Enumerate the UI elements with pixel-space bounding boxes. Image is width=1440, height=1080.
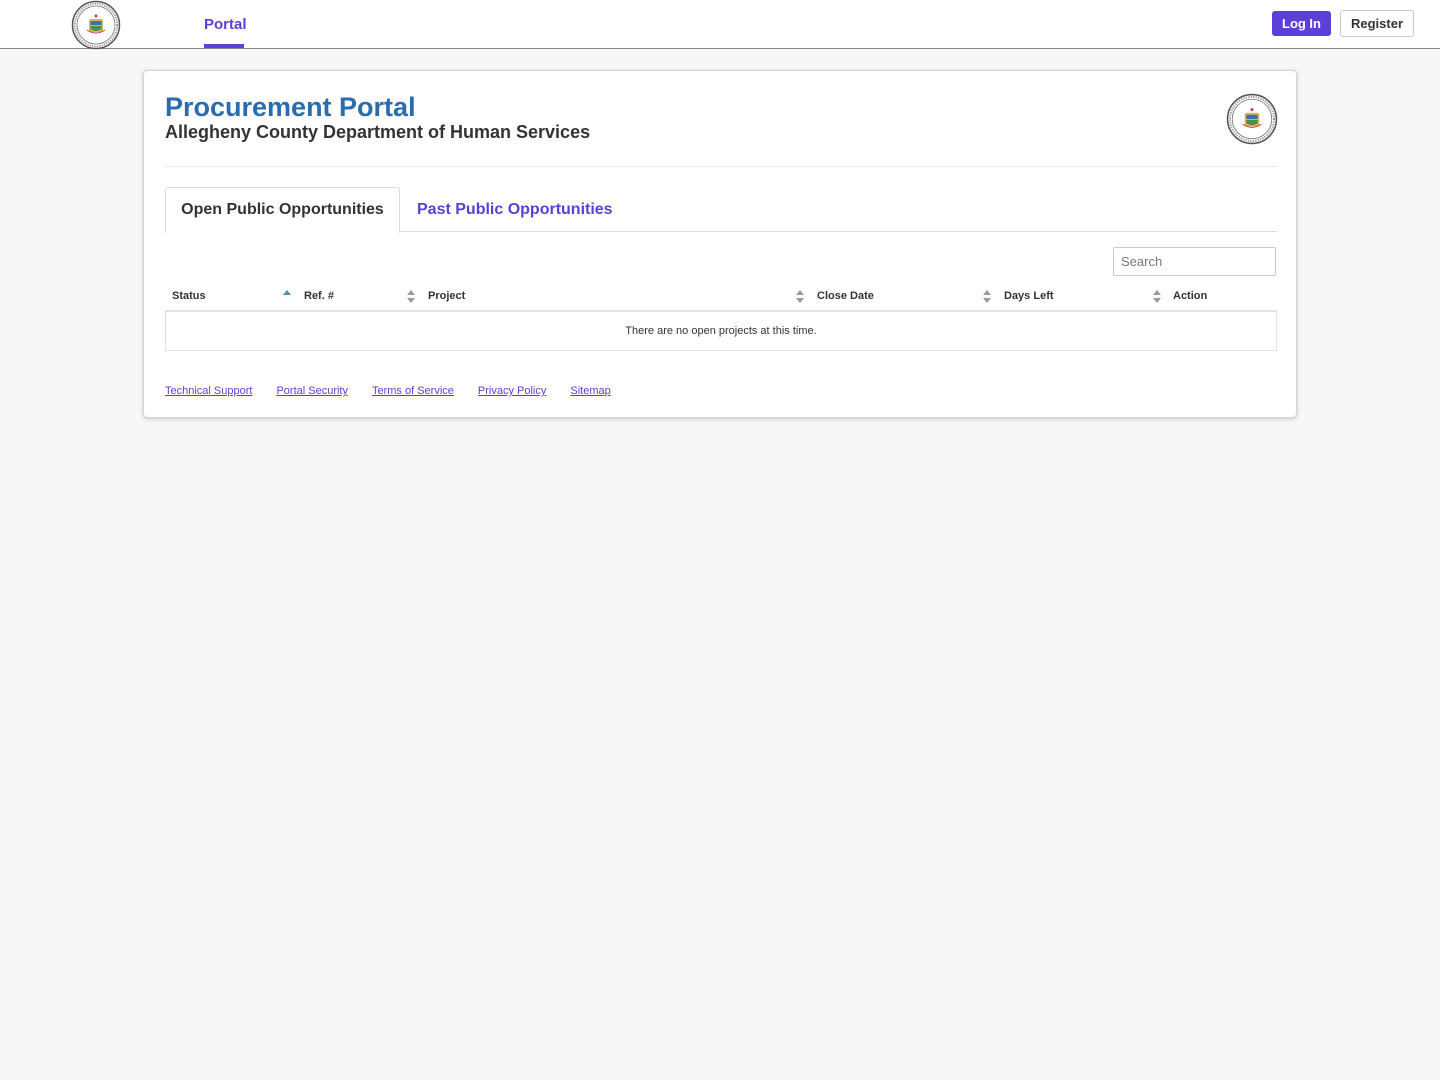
sort-ascending-icon[interactable] [282,282,292,310]
tab-open-public-opportunities[interactable]: Open Public Opportunities [165,187,400,233]
column-header-project[interactable]: Project [428,282,465,310]
tab-past-public-opportunities[interactable]: Past Public Opportunities [417,187,613,232]
header-divider [165,166,1277,167]
column-header-close-date[interactable]: Close Date [817,282,874,310]
footer-link-terms-of-service[interactable]: Terms of Service [372,385,454,401]
column-header-ref[interactable]: Ref. # [304,282,334,310]
login-button[interactable]: Log In [1272,11,1331,36]
nav-tab-portal[interactable]: Portal [204,0,247,48]
search-input[interactable] [1113,247,1276,276]
top-navbar: Portal Log In Register [0,0,1440,50]
sort-both-icon[interactable] [982,282,992,310]
sort-both-icon[interactable] [1152,282,1162,310]
register-button[interactable]: Register [1340,10,1414,37]
page-title: Procurement Portal [165,92,416,122]
sort-both-icon[interactable] [406,282,416,310]
county-seal-icon [1226,93,1278,145]
footer-link-sitemap[interactable]: Sitemap [570,385,610,401]
table-header: Status Ref. # Project Close Date Days Le… [165,282,1277,312]
table-empty-message: There are no open projects at this time. [165,312,1277,351]
sort-both-icon[interactable] [795,282,805,310]
main-card: Procurement Portal Allegheny County Depa… [143,70,1297,418]
page-subtitle: Allegheny County Department of Human Ser… [165,122,591,142]
footer-link-technical-support[interactable]: Technical Support [165,385,252,401]
column-header-action: Action [1173,290,1208,302]
column-header-status[interactable]: Status [172,282,206,310]
footer-link-portal-security[interactable]: Portal Security [276,385,348,401]
active-tab-indicator [204,44,244,48]
county-seal-icon[interactable] [71,0,121,50]
footer-link-privacy-policy[interactable]: Privacy Policy [478,385,546,401]
column-header-days-left[interactable]: Days Left [1004,282,1054,310]
footer-links: Technical Support Portal Security Terms … [165,385,635,401]
